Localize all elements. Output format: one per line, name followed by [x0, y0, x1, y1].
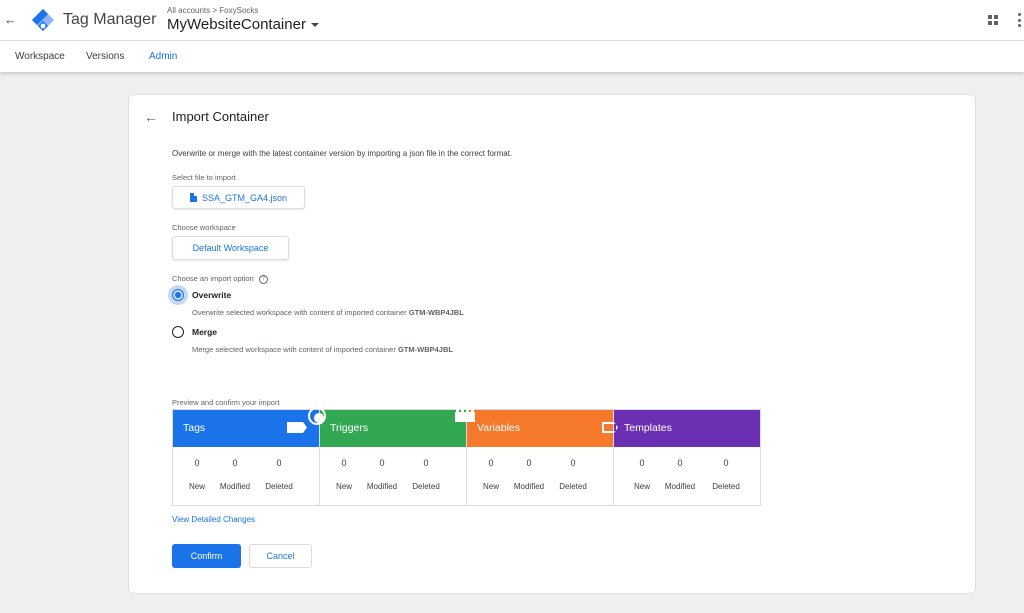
- tile-variables-header: Variables: [455, 409, 613, 447]
- caret-down-icon[interactable]: [310, 23, 319, 28]
- option-overwrite-label[interactable]: Overwrite: [192, 290, 231, 300]
- breadcrumb-root[interactable]: All accounts: [167, 6, 210, 15]
- triggers-new-label: New: [335, 482, 352, 491]
- variables-deleted-label: Deleted: [559, 482, 587, 491]
- option-merge-desc-text: Merge selected workspace with content of…: [192, 345, 396, 354]
- file-name: SSA_GTM_GA4.json: [201, 192, 288, 203]
- back-icon[interactable]: ←: [144, 109, 158, 125]
- tab-admin[interactable]: Admin: [149, 51, 177, 62]
- variables-new-count: 0: [488, 458, 494, 468]
- view-detailed-changes-link[interactable]: View Detailed Changes: [172, 515, 255, 524]
- apps-grid-icon[interactable]: [988, 15, 998, 25]
- tile-templates-title: Templates: [624, 422, 672, 434]
- radio-merge[interactable]: [168, 322, 188, 342]
- triggers-modified-count: 0: [379, 458, 385, 468]
- tags-new-label: New: [188, 482, 205, 491]
- trigger-icon: [308, 407, 326, 425]
- tile-tags-title: Tags: [183, 422, 206, 434]
- templates-new-count: 0: [639, 458, 645, 468]
- breadcrumb-account[interactable]: FoxySocks: [219, 6, 258, 15]
- tile-templates-header: Templates: [602, 410, 760, 447]
- tile-tags-header: Tags: [173, 410, 319, 447]
- cancel-button[interactable]: Cancel: [249, 544, 312, 568]
- option-merge-label[interactable]: Merge: [192, 327, 217, 337]
- variables-modified-count: 0: [526, 458, 532, 468]
- triggers-deleted-label: Deleted: [412, 482, 440, 491]
- option-overwrite-desc: Overwrite selected workspace with conten…: [192, 308, 464, 317]
- triggers-deleted-count: 0: [423, 458, 429, 468]
- variables-deleted-count: 0: [570, 458, 576, 468]
- tile-templates: Templates 0 0 0 New Modified Deleted: [602, 409, 761, 506]
- breadcrumb-separator: >: [212, 6, 218, 15]
- template-icon: [602, 422, 618, 433]
- file-select-button[interactable]: SSA_GTM_GA4.json: [172, 186, 305, 209]
- product-name: Tag Manager: [63, 11, 157, 28]
- triggers-new-count: 0: [341, 458, 347, 468]
- container-name[interactable]: MyWebsiteContainer: [167, 16, 306, 33]
- top-bar: ← Tag Manager All accounts > FoxySocks M…: [0, 0, 1024, 41]
- tags-deleted-count: 0: [276, 458, 282, 468]
- tile-tags: Tags 0 0 0 New Modified Deleted: [172, 409, 320, 506]
- tile-triggers-header: Triggers: [308, 407, 466, 447]
- tile-triggers-title: Triggers: [330, 422, 369, 434]
- import-card: ← Import Container Overwrite or merge wi…: [128, 94, 976, 594]
- tags-modified-label: Modified: [219, 482, 251, 491]
- tags-deleted-label: Deleted: [265, 482, 293, 491]
- breadcrumb: All accounts > FoxySocks: [167, 6, 258, 15]
- templates-modified-label: Modified: [664, 482, 696, 491]
- templates-new-label: New: [633, 482, 650, 491]
- tile-variables: Variables 0 0 0 New Modified Deleted: [455, 409, 614, 506]
- tile-triggers: Triggers 0 0 0 New Modified Deleted: [308, 407, 467, 506]
- container-selector[interactable]: MyWebsiteContainer: [167, 16, 319, 33]
- choose-workspace-label: Choose workspace: [172, 223, 236, 232]
- more-vert-icon[interactable]: [1018, 13, 1021, 27]
- import-option-text: Choose an import option: [172, 274, 254, 283]
- variables-new-label: New: [482, 482, 499, 491]
- radio-overwrite-indicator[interactable]: [172, 289, 184, 301]
- templates-modified-count: 0: [677, 458, 683, 468]
- option-overwrite-desc-text: Overwrite selected workspace with conten…: [192, 308, 407, 317]
- variable-icon: [455, 409, 475, 422]
- option-overwrite-container-id: GTM-WBP4JBL: [408, 308, 464, 317]
- tag-icon: [287, 422, 307, 433]
- back-arrow-icon[interactable]: ←: [4, 12, 17, 28]
- templates-deleted-label: Deleted: [712, 482, 740, 491]
- tile-variables-title: Variables: [477, 422, 520, 434]
- option-merge-container-id: GTM-WBP4JBL: [397, 345, 453, 354]
- radio-merge-indicator[interactable]: [172, 326, 184, 338]
- workspace-select-button[interactable]: Default Workspace: [172, 236, 289, 260]
- select-file-label: Select file to import: [172, 173, 236, 182]
- page-title: Import Container: [172, 109, 269, 124]
- triggers-modified-label: Modified: [366, 482, 398, 491]
- templates-deleted-count: 0: [723, 458, 729, 468]
- radio-overwrite[interactable]: [168, 285, 188, 305]
- tag-manager-logo[interactable]: [32, 9, 54, 31]
- preview-label: Preview and confirm your import: [172, 398, 280, 407]
- import-option-label: Choose an import option?: [172, 274, 268, 284]
- confirm-button[interactable]: Confirm: [172, 544, 241, 568]
- help-icon[interactable]: ?: [258, 274, 268, 284]
- tags-modified-count: 0: [232, 458, 238, 468]
- tab-workspace[interactable]: Workspace: [15, 51, 65, 62]
- nav-bar: Workspace Versions Admin: [0, 41, 1024, 72]
- variables-modified-label: Modified: [513, 482, 545, 491]
- option-merge-desc: Merge selected workspace with content of…: [192, 345, 453, 354]
- page-description: Overwrite or merge with the latest conta…: [172, 149, 513, 158]
- tab-versions[interactable]: Versions: [86, 51, 124, 62]
- tags-new-count: 0: [194, 458, 200, 468]
- file-icon: [189, 193, 197, 202]
